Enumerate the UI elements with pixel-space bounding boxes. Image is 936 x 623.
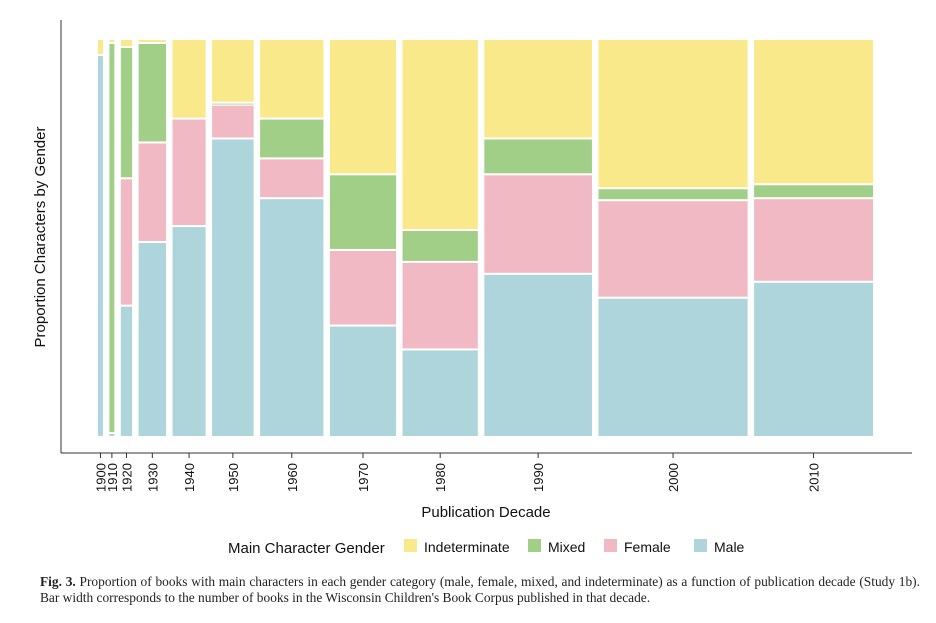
legend-swatch-female <box>604 539 617 552</box>
bar-segment-1940-male <box>172 227 206 436</box>
x-tick-label-1960: 1960 <box>285 463 300 492</box>
bar-segment-1900-indeterminate <box>98 40 103 54</box>
legend-label-indeterminate: Indeterminate <box>424 539 510 555</box>
bar-segment-1960-female <box>260 159 324 198</box>
bar-segment-2000-mixed <box>598 189 748 200</box>
x-tick-label-1930: 1930 <box>145 463 160 492</box>
bar-segment-1970-mixed <box>329 175 397 249</box>
bar-segment-1950-mixed <box>212 103 254 105</box>
x-tick-label-1920: 1920 <box>119 463 134 492</box>
bar-segment-1990-mixed <box>484 139 592 174</box>
bar-segment-1960-male <box>260 199 324 436</box>
bar-segment-1990-male <box>484 274 592 436</box>
bar-segment-1910-mixed <box>109 43 115 433</box>
bar-segment-1980-indeterminate <box>402 40 478 230</box>
legend-swatch-male <box>694 539 707 552</box>
bar-segment-2010-indeterminate <box>754 40 873 184</box>
bar-segment-1930-indeterminate <box>138 40 167 42</box>
y-axis-title: Proportion Characters by Gender <box>32 127 49 348</box>
bar-segment-1950-male <box>212 139 254 436</box>
bar-segment-1980-male <box>402 350 478 436</box>
x-tick-label-1940: 1940 <box>182 463 197 492</box>
bar-segment-1940-indeterminate <box>172 40 206 118</box>
bar-segment-1980-mixed <box>402 231 478 261</box>
figure: 1900 1910 1920 1930 1940 1950 1960 1970 1980 1990… <box>0 0 936 623</box>
x-tick-label-1990: 1990 <box>531 463 546 492</box>
legend-label-female: Female <box>624 539 671 555</box>
bar-segment-1910-male <box>109 434 115 436</box>
bar-segment-1970-female <box>329 250 397 325</box>
x-axis-title: Publication Decade <box>421 504 550 521</box>
bar-segment-1920-indeterminate <box>120 40 133 46</box>
x-tick-label-1950: 1950 <box>226 463 241 492</box>
legend-swatch-indeterminate <box>404 539 417 552</box>
legend-label-mixed: Mixed <box>548 539 585 555</box>
legend-title: Main Character Gender <box>228 540 385 557</box>
x-tick-label-2000: 2000 <box>666 463 681 492</box>
bar-segment-2000-female <box>598 201 748 297</box>
bar-segment-1990-indeterminate <box>484 40 592 138</box>
bar-segment-2000-indeterminate <box>598 40 748 188</box>
bar-segment-1930-mixed <box>138 43 167 142</box>
mosaic-chart: 19001910 1920 1930 1940 1950 1960 1970 1980 1990… <box>32 20 912 557</box>
bar-segment-2000-male <box>598 298 748 436</box>
x-tick-label-1910: 1910 <box>105 463 120 492</box>
bar-segment-1990-female <box>484 175 592 273</box>
legend: Main Character Gender Indeterminate Mixed… <box>228 539 745 557</box>
bar-segment-1900-male <box>98 55 103 437</box>
bar-segment-1970-indeterminate <box>329 40 397 174</box>
bar-segment-2010-mixed <box>754 185 873 198</box>
bar-segment-1980-female <box>402 262 478 349</box>
legend-swatch-mixed <box>528 539 541 552</box>
bar-segment-1910-indeterminate <box>109 40 115 42</box>
x-tick-label-1980: 1980 <box>433 463 448 492</box>
bar-segment-1950-female <box>212 105 254 138</box>
bar-segment-1940-female <box>172 119 206 226</box>
bar-segment-1920-male <box>120 306 133 436</box>
bar-segment-1920-mixed <box>120 47 133 178</box>
caption-label: Fig. 3. <box>40 574 76 589</box>
x-tick-label-2010: 2010 <box>807 463 822 492</box>
bar-segment-1970-male <box>329 326 397 436</box>
bar-segment-1930-female <box>138 143 167 241</box>
bar-segment-1950-indeterminate <box>212 40 254 102</box>
x-tick-label-1970: 1970 <box>356 463 371 492</box>
bar-segment-2010-female <box>754 199 873 281</box>
bar-segment-1930-male <box>138 242 167 436</box>
bar-segment-1960-indeterminate <box>260 40 324 118</box>
caption-text: Proportion of books with main characters… <box>40 574 920 605</box>
bar-segment-1920-female <box>120 179 133 305</box>
bar-segment-1960-mixed <box>260 119 324 158</box>
bar-segment-2010-male <box>754 282 873 436</box>
legend-label-male: Male <box>714 539 745 555</box>
figure-caption: Fig. 3. Proportion of books with main ch… <box>40 574 920 606</box>
